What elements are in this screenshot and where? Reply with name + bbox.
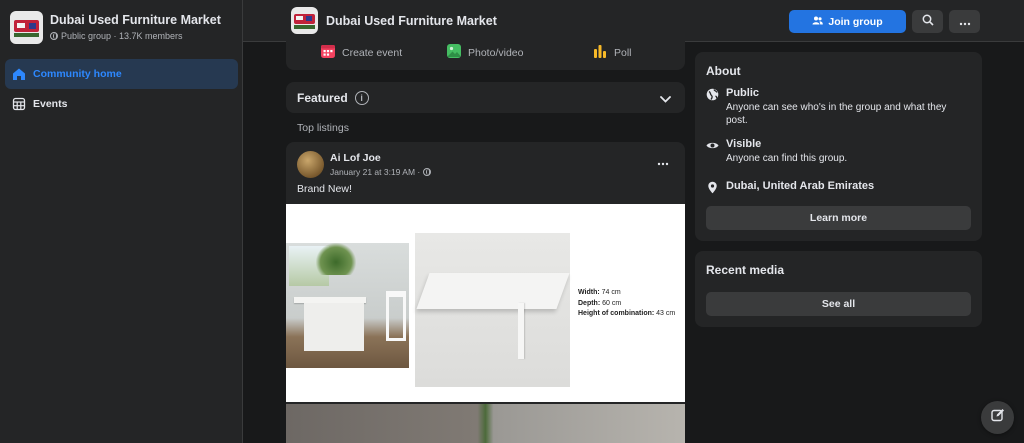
globe-icon [50, 32, 58, 40]
globe-icon [423, 168, 432, 176]
sidebar-group-header[interactable]: Dubai Used Furniture Market Public group… [10, 11, 221, 44]
about-title: About [706, 64, 741, 78]
home-icon [11, 66, 27, 82]
post-card: Ai Lof Joe January 21 at 3:19 AM · Brand… [286, 142, 685, 443]
join-group-button[interactable]: Join group [789, 10, 906, 33]
post-author[interactable]: Ai Lof Joe [330, 152, 381, 164]
create-event-button[interactable]: Create event [320, 43, 402, 62]
sidebar-group-name[interactable]: Dubai Used Furniture Market [50, 13, 221, 27]
learn-more-button[interactable]: Learn more [706, 206, 971, 230]
sidebar-item-label: Events [33, 98, 68, 110]
room-photo [286, 243, 409, 368]
photo-video-label: Photo/video [468, 46, 524, 59]
group-thumbnail[interactable] [10, 11, 43, 44]
more-icon [657, 154, 669, 169]
poll-label: Poll [614, 46, 632, 59]
about-visible-row: Visible Anyone can find this group. [706, 138, 966, 165]
featured-title: Featured [297, 90, 348, 105]
topbar-group-name[interactable]: Dubai Used Furniture Market [326, 14, 497, 28]
people-icon [812, 16, 824, 28]
location-pin-icon [706, 181, 719, 194]
recent-media-title: Recent media [706, 263, 785, 277]
visible-description: Anyone can find this group. [726, 153, 848, 164]
topbar-group[interactable]: Dubai Used Furniture Market [291, 7, 497, 34]
compose-icon [990, 408, 1005, 427]
info-icon[interactable]: i [354, 90, 369, 105]
post-image[interactable]: Width: 74 cm Depth: 60 cm Height of comb… [286, 204, 685, 402]
avatar[interactable] [297, 151, 324, 178]
poll-icon [592, 43, 608, 62]
sidebar: Dubai Used Furniture Market Public group… [0, 0, 243, 443]
eye-icon [706, 139, 719, 152]
visible-title: Visible [726, 138, 762, 150]
see-all-button[interactable]: See all [706, 292, 971, 316]
post-image-second[interactable] [286, 404, 685, 443]
sidebar-item-community-home[interactable]: Community home [5, 59, 238, 89]
globe-icon [706, 88, 719, 101]
about-card: About Public Anyone can see who's in the… [695, 52, 982, 241]
photo-video-button[interactable]: Photo/video [446, 43, 523, 62]
group-thumbnail[interactable] [291, 7, 318, 34]
create-event-label: Create event [342, 46, 403, 59]
calendar-grid-icon [11, 96, 27, 112]
new-message-button[interactable] [981, 401, 1014, 434]
sidebar-item-label: Community home [33, 68, 122, 80]
public-title: Public [726, 87, 760, 99]
search-button[interactable] [912, 10, 943, 33]
featured-header[interactable]: Featured i [286, 82, 685, 113]
group-meta: Public group · 13.7K members [61, 31, 183, 41]
about-location-row: Dubai, United Arab Emirates [706, 180, 874, 194]
post-more-button[interactable] [657, 154, 669, 169]
recent-media-card: Recent media See all [695, 251, 982, 327]
about-public-row: Public Anyone can see who's in the group… [706, 87, 966, 127]
chevron-down-icon[interactable] [660, 92, 671, 106]
photo-icon [446, 43, 462, 62]
post-text: Brand New! [297, 183, 352, 195]
public-description: Anyone can see who's in the group and wh… [726, 102, 947, 126]
post-composer-actions: Create event Photo/video Poll [286, 38, 685, 70]
calendar-icon [320, 43, 336, 62]
location-text[interactable]: Dubai, United Arab Emirates [726, 180, 874, 194]
search-icon [922, 13, 934, 31]
top-listings-label: Top listings [297, 122, 349, 134]
more-icon [959, 13, 971, 31]
poll-button[interactable]: Poll [592, 43, 632, 62]
group-topbar: Dubai Used Furniture Market Join group [243, 0, 1024, 42]
post-timestamp[interactable]: January 21 at 3:19 AM · [330, 167, 420, 177]
join-group-label: Join group [828, 15, 883, 28]
more-options-button[interactable] [949, 10, 980, 33]
dimensions-text: Width: 74 cm Depth: 60 cm Height of comb… [578, 289, 676, 317]
sidebar-item-events[interactable]: Events [5, 89, 238, 119]
wall-desk-photo [415, 233, 570, 387]
